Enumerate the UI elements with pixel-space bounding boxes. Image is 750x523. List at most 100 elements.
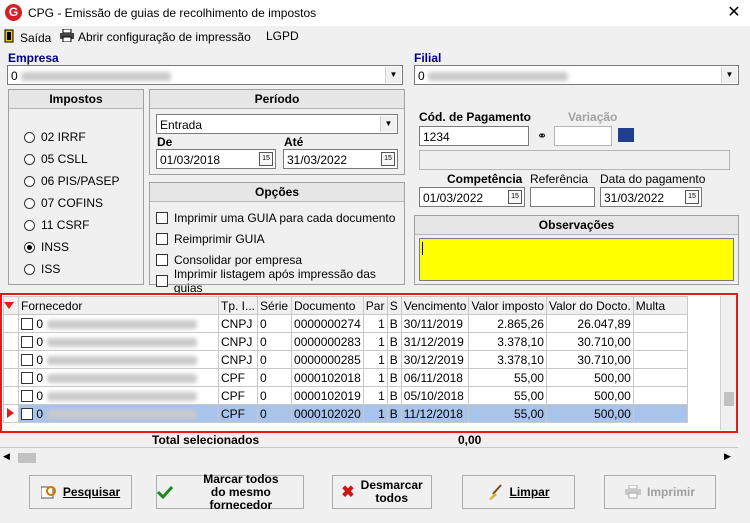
imposto-option[interactable]: 02 IRRF [24, 126, 120, 148]
table-row[interactable]: 0 CNPJ 0 0000000285 1 B 30/12/2019 3.378,10 30.7… [3, 350, 688, 369]
checkbox[interactable] [156, 232, 168, 245]
close-icon[interactable]: ✕ [722, 2, 746, 24]
competencia-field[interactable]: 01/03/2022 15 [419, 187, 525, 207]
radio-button[interactable] [24, 131, 35, 143]
opcoes-group: Opções Imprimir uma GUIA para cada docum… [149, 182, 405, 295]
table-row[interactable]: 0 CPF 0 0000102020 1 B 11/12/2018 55,00 500,00 [3, 404, 688, 423]
cell-multa [632, 350, 688, 369]
observacoes-textarea[interactable] [419, 238, 734, 281]
row-checkbox[interactable] [21, 354, 33, 367]
row-checkbox[interactable] [21, 318, 33, 331]
cell-valor-docto: 500,00 [545, 404, 634, 423]
grid-column-header[interactable]: Vencimento [400, 296, 470, 315]
calendar-icon[interactable]: 15 [259, 152, 273, 166]
opcao-option-label: Reimprimir GUIA [174, 231, 265, 246]
periodo-group: Período Entrada ▼ De 01/03/2018 15 Até 3… [149, 89, 405, 175]
opcao-option[interactable]: Imprimir uma GUIA para cada documento [156, 207, 404, 228]
search-user-icon[interactable] [618, 128, 634, 142]
row-checkbox[interactable] [21, 336, 33, 349]
radio-button[interactable] [24, 241, 35, 253]
radio-button[interactable] [24, 219, 35, 231]
imposto-option-label: 05 CSLL [41, 152, 88, 166]
grid-vertical-scrollbar[interactable] [720, 296, 736, 430]
pesquisar-button[interactable]: Pesquisar [29, 475, 132, 509]
grid-column-header[interactable]: Tp. I... [217, 296, 259, 315]
menu-lgpd[interactable]: LGPD [266, 29, 299, 43]
imposto-option[interactable]: 05 CSLL [24, 148, 120, 170]
grid-column-header[interactable]: Série [257, 296, 293, 315]
imposto-option[interactable]: 06 PIS/PASEP [24, 170, 120, 192]
ate-date-value: 31/03/2022 [287, 153, 348, 167]
calendar-icon[interactable]: 15 [685, 190, 699, 204]
impostos-title: Impostos [9, 90, 143, 109]
row-checkbox[interactable] [21, 408, 33, 421]
imposto-option-label: 11 CSRF [41, 218, 90, 232]
variacao-field[interactable] [554, 126, 612, 146]
menu-exit[interactable]: Saída [4, 29, 51, 46]
checkbox[interactable] [156, 253, 168, 266]
checkbox[interactable] [156, 274, 168, 287]
de-date-value: 01/03/2018 [160, 153, 221, 167]
radio-button[interactable] [24, 153, 35, 165]
imposto-option[interactable]: INSS [24, 236, 120, 258]
row-checkbox[interactable] [21, 372, 33, 385]
table-row[interactable]: 0 CPF 0 0000102019 1 B 05/10/2018 55,00 500,00 [3, 386, 688, 405]
ate-label: Até [284, 135, 304, 149]
cell-vencimento: 06/11/2018 [400, 368, 470, 387]
cell-serie: 0 [257, 314, 293, 333]
scroll-right-icon[interactable]: ▶ [724, 451, 731, 462]
de-date-field[interactable]: 01/03/2018 15 [156, 149, 276, 169]
grid-column-header[interactable]: Multa [632, 296, 688, 315]
filial-select[interactable]: 0 ▼ [414, 65, 739, 85]
scrollbar-thumb[interactable] [18, 453, 36, 463]
horizontal-scrollbar[interactable]: ◀ ▶ [0, 450, 738, 466]
grid-column-header[interactable]: Fornecedor [18, 296, 219, 315]
imposto-option[interactable]: 07 COFINS [24, 192, 120, 214]
table-row[interactable]: 0 CPF 0 0000102018 1 B 06/11/2018 55,00 500,00 [3, 368, 688, 387]
marcar-todos-button[interactable]: Marcar todos do mesmo fornecedor [156, 471, 304, 511]
cell-valor-docto: 30.710,00 [545, 350, 634, 369]
data-pagamento-field[interactable]: 31/03/2022 15 [600, 187, 702, 207]
opcao-option[interactable]: Imprimir listagem após impressão das gui… [156, 267, 404, 295]
checkbox[interactable] [156, 211, 168, 224]
fornecedor-name-redacted [47, 355, 198, 365]
grid-column-header[interactable]: Valor imposto [468, 296, 547, 315]
menu-print-config[interactable]: Abrir configuração de impressão [60, 28, 251, 45]
cell-tipo: CPF [217, 386, 259, 405]
opcao-option[interactable]: Reimprimir GUIA [156, 228, 404, 249]
radio-button[interactable] [24, 197, 35, 209]
row-indicator [3, 368, 19, 387]
table-row[interactable]: 0 CNPJ 0 0000000283 1 B 31/12/2019 3.378,10 30.7… [3, 332, 688, 351]
grid-column-header[interactable]: S [386, 296, 402, 315]
ate-date-field[interactable]: 31/03/2022 15 [283, 149, 398, 169]
fornecedor-code: 0 [36, 352, 44, 367]
limpar-button[interactable]: Limpar [462, 475, 575, 509]
cod-pagamento-field[interactable]: 1234 [419, 126, 529, 146]
grid-column-header[interactable]: Valor do Docto. [545, 296, 634, 315]
marcar-label-1: Marcar todos [203, 471, 279, 486]
table-row[interactable]: 0 CNPJ 0 0000000274 1 B 30/11/2019 2.865,26 26.0… [3, 314, 688, 333]
desmarcar-todos-button[interactable]: ✖ Desmarcar todos [332, 475, 432, 509]
binoculars-icon[interactable]: ⚭ [537, 129, 547, 143]
documents-grid[interactable]: Fornecedor Tp. I... Série Documento Par S Venc… [0, 293, 738, 433]
referencia-field[interactable] [530, 187, 595, 207]
text-cursor [422, 242, 423, 255]
imposto-option[interactable]: ISS [24, 258, 120, 280]
periodo-type-select[interactable]: Entrada ▼ [156, 114, 398, 134]
scroll-left-icon[interactable]: ◀ [3, 451, 10, 462]
fornecedor-code: 0 [36, 370, 44, 385]
calendar-icon[interactable]: 15 [381, 152, 395, 166]
radio-button[interactable] [24, 175, 35, 187]
empresa-select[interactable]: 0 ▼ [7, 65, 403, 85]
grid-column-header[interactable]: Par [362, 296, 388, 315]
imprimir-button[interactable]: Imprimir [604, 475, 716, 509]
scrollbar-thumb[interactable] [724, 392, 734, 406]
cell-multa [632, 314, 688, 333]
imposto-option[interactable]: 11 CSRF [24, 214, 120, 236]
cell-parcela: 1 [362, 368, 388, 387]
row-checkbox[interactable] [21, 390, 33, 403]
calendar-icon[interactable]: 15 [508, 190, 522, 204]
referencia-label: Referência [530, 172, 589, 186]
radio-button[interactable] [24, 263, 35, 275]
grid-column-header[interactable]: Documento [291, 296, 364, 315]
